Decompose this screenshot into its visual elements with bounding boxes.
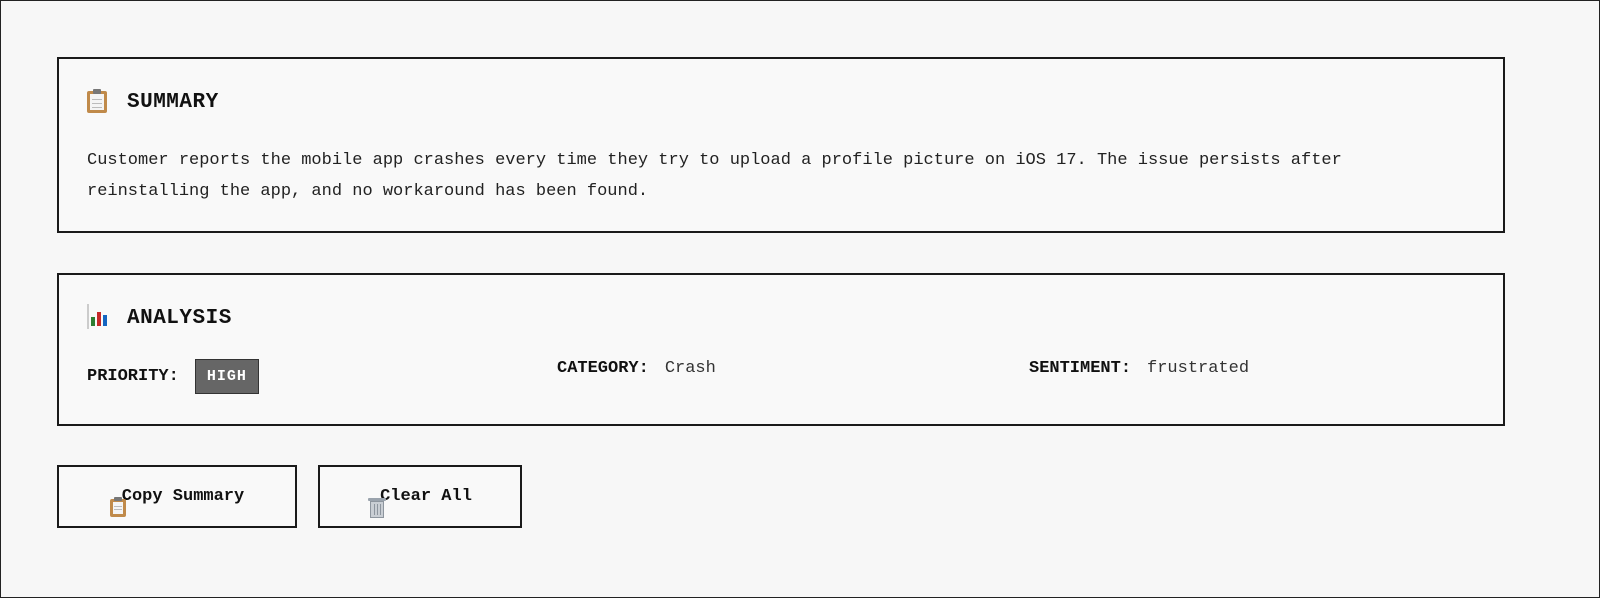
analysis-panel: ANALYSIS PRIORITY: HIGH CATEGORY: Crash … [57, 273, 1505, 426]
analysis-heading: ANALYSIS [87, 304, 232, 331]
sentiment-field: SENTIMENT: frustrated [1029, 359, 1249, 378]
analysis-title: ANALYSIS [127, 306, 232, 330]
category-label: CATEGORY: [557, 359, 649, 378]
sentiment-label: SENTIMENT: [1029, 359, 1132, 378]
summary-title: SUMMARY [127, 90, 219, 114]
summary-panel: SUMMARY Customer reports the mobile app … [57, 57, 1505, 233]
category-field: CATEGORY: Crash [557, 359, 716, 378]
bar-chart-icon [87, 304, 109, 331]
summary-heading: SUMMARY [87, 89, 219, 115]
summary-text: Customer reports the mobile app crashes … [87, 151, 1342, 201]
clear-all-label: Clear All [380, 487, 472, 506]
priority-label: PRIORITY: [87, 367, 179, 386]
app-window: SUMMARY Customer reports the mobile app … [0, 0, 1600, 598]
category-value: Crash [664, 359, 716, 378]
sentiment-value: frustrated [1147, 359, 1250, 378]
copy-summary-button[interactable]: Copy Summary [57, 465, 297, 528]
priority-badge: HIGH [194, 359, 259, 394]
copy-summary-label: Copy Summary [121, 487, 245, 506]
clear-all-button[interactable]: Clear All [318, 465, 522, 528]
clipboard-icon [87, 89, 109, 115]
priority-field: PRIORITY: HIGH [87, 359, 259, 394]
